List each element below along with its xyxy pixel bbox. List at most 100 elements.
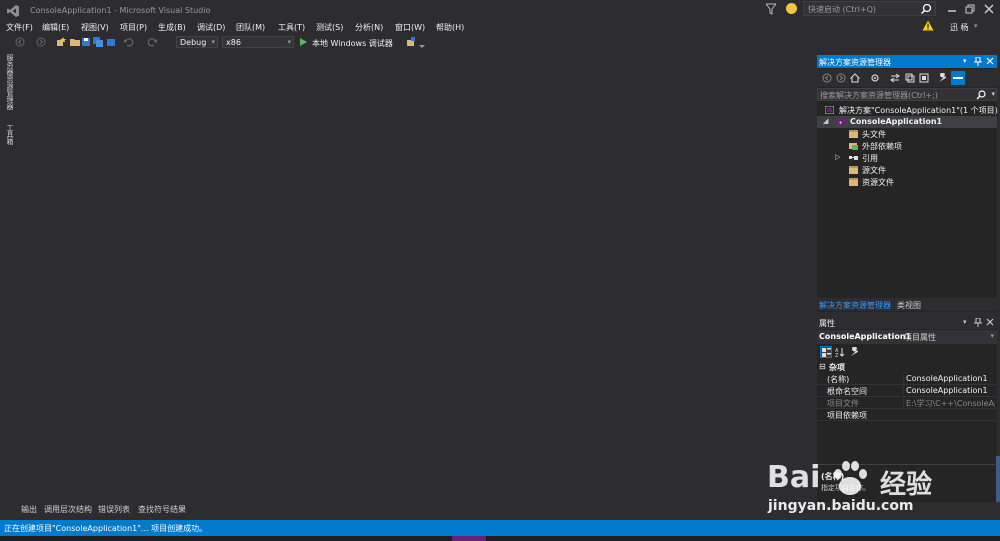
back-icon[interactable] xyxy=(822,73,832,83)
property-value[interactable]: ConsoleApplication1 xyxy=(903,374,995,383)
feedback-smiley-icon[interactable] xyxy=(786,3,797,14)
alphabetical-sort-icon[interactable]: AZ xyxy=(835,347,845,357)
categorized-button[interactable] xyxy=(820,346,832,358)
chevron-down-icon[interactable]: ▾ xyxy=(974,22,978,30)
sync-icon[interactable] xyxy=(890,73,900,83)
taskbar-active-item[interactable] xyxy=(452,536,486,541)
save-all-files-icon[interactable] xyxy=(106,37,116,47)
editor-area[interactable] xyxy=(18,50,816,502)
close-icon[interactable] xyxy=(986,57,994,65)
minimize-icon[interactable] xyxy=(946,3,958,15)
warning-icon[interactable] xyxy=(922,20,934,31)
property-row-name[interactable]: (名称) ConsoleApplication1 xyxy=(817,373,997,385)
status-message: 正在创建项目"ConsoleApplication1"... 项目创建成功。 xyxy=(4,524,208,533)
properties-object-select[interactable]: ConsoleApplication1 项目属性 ▾ xyxy=(817,330,997,344)
attach-process-icon[interactable] xyxy=(406,37,416,47)
platform-value: x86 xyxy=(226,38,241,47)
properties-scrollbar[interactable] xyxy=(996,456,1000,502)
solution-platform-select[interactable]: x86 ▾ xyxy=(222,36,294,48)
property-value[interactable]: ConsoleApplication1 xyxy=(903,386,995,395)
window-title: ConsoleApplication1 - Microsoft Visual S… xyxy=(30,6,211,15)
menu-file[interactable]: 文件(F) xyxy=(6,22,33,33)
property-category-misc[interactable]: ⊟ 杂项 xyxy=(817,361,997,373)
tree-item-references[interactable]: ▷ 引用 xyxy=(817,152,997,164)
properties-toolbar: AZ xyxy=(817,345,997,360)
user-account-name[interactable]: 迅 杨 xyxy=(950,22,969,33)
call-hierarchy-tab[interactable]: 调用层次结构 xyxy=(44,504,92,515)
start-debug-button[interactable]: 本地 Windows 调试器 xyxy=(312,38,393,49)
property-pages-wrench-icon[interactable] xyxy=(850,347,860,357)
close-icon[interactable] xyxy=(986,318,994,326)
save-all-icon[interactable] xyxy=(93,37,103,47)
restore-icon[interactable] xyxy=(964,3,976,15)
menu-window[interactable]: 窗口(W) xyxy=(395,22,425,33)
error-list-tab[interactable]: 错误列表 xyxy=(98,504,130,515)
property-name: 项目依赖项 xyxy=(827,411,867,420)
expanded-arrow-icon[interactable]: ◢ xyxy=(823,117,828,125)
redo-icon[interactable] xyxy=(147,37,157,47)
notifications-filter-icon[interactable] xyxy=(766,3,776,15)
menu-project[interactable]: 项目(P) xyxy=(120,22,147,33)
collapse-all-icon[interactable] xyxy=(919,73,929,83)
save-icon[interactable] xyxy=(81,37,91,47)
home-icon[interactable] xyxy=(850,73,860,83)
menu-edit[interactable]: 编辑(E) xyxy=(42,22,69,33)
property-row-project-dependencies[interactable]: 项目依赖项 xyxy=(817,409,997,421)
new-project-icon[interactable] xyxy=(56,37,66,47)
refresh-icon[interactable] xyxy=(905,73,915,83)
tree-solution-node[interactable]: 解决方案"ConsoleApplication1"(1 个项目) xyxy=(817,104,998,116)
property-row-root-namespace[interactable]: 根命名空间 ConsoleApplication1 xyxy=(817,385,997,397)
start-debug-play-icon[interactable] xyxy=(300,38,307,46)
pending-changes-filter-icon[interactable] xyxy=(870,73,880,83)
panel-menu-chevron-icon[interactable]: ▾ xyxy=(963,318,967,326)
chevron-down-icon: ▾ xyxy=(287,38,291,46)
menu-team[interactable]: 团队(M) xyxy=(236,22,265,33)
menu-build[interactable]: 生成(B) xyxy=(158,22,186,33)
output-tab[interactable]: 输出 xyxy=(21,504,37,515)
properties-wrench-icon[interactable] xyxy=(938,73,948,83)
tab-solution-explorer[interactable]: 解决方案资源管理器 xyxy=(819,300,891,311)
navigate-back-icon[interactable] xyxy=(15,37,25,47)
solution-tree: 解决方案"ConsoleApplication1"(1 个项目) ◢ + Con… xyxy=(817,103,998,293)
server-explorer-tab[interactable]: 服务器资源管理器 xyxy=(5,54,15,110)
menu-tools[interactable]: 工具(T) xyxy=(278,22,305,33)
preview-icon xyxy=(953,77,963,79)
tree-item-header-files[interactable]: 头文件 xyxy=(817,128,997,140)
properties-title: 属性 xyxy=(819,319,835,328)
svg-text:+: + xyxy=(839,121,843,127)
svg-text:Z: Z xyxy=(835,353,839,357)
menu-analyze[interactable]: 分析(N) xyxy=(355,22,383,33)
solution-explorer-search-input[interactable]: 搜索解决方案资源管理器(Ctrl+;) ▾ xyxy=(817,88,997,101)
property-row-project-file[interactable]: 项目文件 E:\学习\C++\ConsoleAp xyxy=(817,397,997,409)
panel-menu-chevron-icon[interactable]: ▾ xyxy=(963,57,967,65)
tree-item-source-files[interactable]: 源文件 xyxy=(817,164,997,176)
pin-icon[interactable] xyxy=(974,57,982,66)
tree-item-label: 引用 xyxy=(862,154,878,163)
collapsed-arrow-icon[interactable]: ▷ xyxy=(835,153,840,161)
find-symbol-results-tab[interactable]: 查找符号结果 xyxy=(138,504,186,515)
menu-test[interactable]: 测试(S) xyxy=(316,22,343,33)
quick-launch-input[interactable]: 快速启动 (Ctrl+Q) xyxy=(803,1,936,16)
tree-project-node[interactable]: ◢ + ConsoleApplication1 xyxy=(817,116,997,128)
pin-icon[interactable] xyxy=(974,318,982,327)
navigate-forward-icon[interactable] xyxy=(36,37,46,47)
menu-help[interactable]: 帮助(H) xyxy=(436,22,464,33)
forward-icon[interactable] xyxy=(836,73,846,83)
collapse-category-icon[interactable]: ⊟ xyxy=(819,362,826,371)
undo-icon[interactable] xyxy=(124,37,134,47)
solution-configuration-select[interactable]: Debug ▾ xyxy=(176,36,218,48)
toolbox-tab[interactable]: 工具箱 xyxy=(5,124,15,145)
search-icon xyxy=(920,3,932,15)
tree-solution-label: 解决方案"ConsoleApplication1"(1 个项目) xyxy=(839,106,998,115)
menu-view[interactable]: 视图(V) xyxy=(81,22,109,33)
open-file-icon[interactable] xyxy=(70,37,80,47)
property-value: E:\学习\C++\ConsoleAp xyxy=(903,398,995,409)
tree-item-resource-files[interactable]: 资源文件 xyxy=(817,176,997,188)
tab-class-view[interactable]: 类视图 xyxy=(897,300,921,311)
toolbar-overflow-icon[interactable] xyxy=(419,39,425,49)
menu-debug[interactable]: 调试(D) xyxy=(197,22,225,33)
chevron-down-icon[interactable]: ▾ xyxy=(991,90,995,98)
tree-item-external-deps[interactable]: 外部依赖项 xyxy=(817,140,997,152)
preview-selected-items-button[interactable] xyxy=(951,71,965,85)
close-icon[interactable] xyxy=(983,3,995,15)
